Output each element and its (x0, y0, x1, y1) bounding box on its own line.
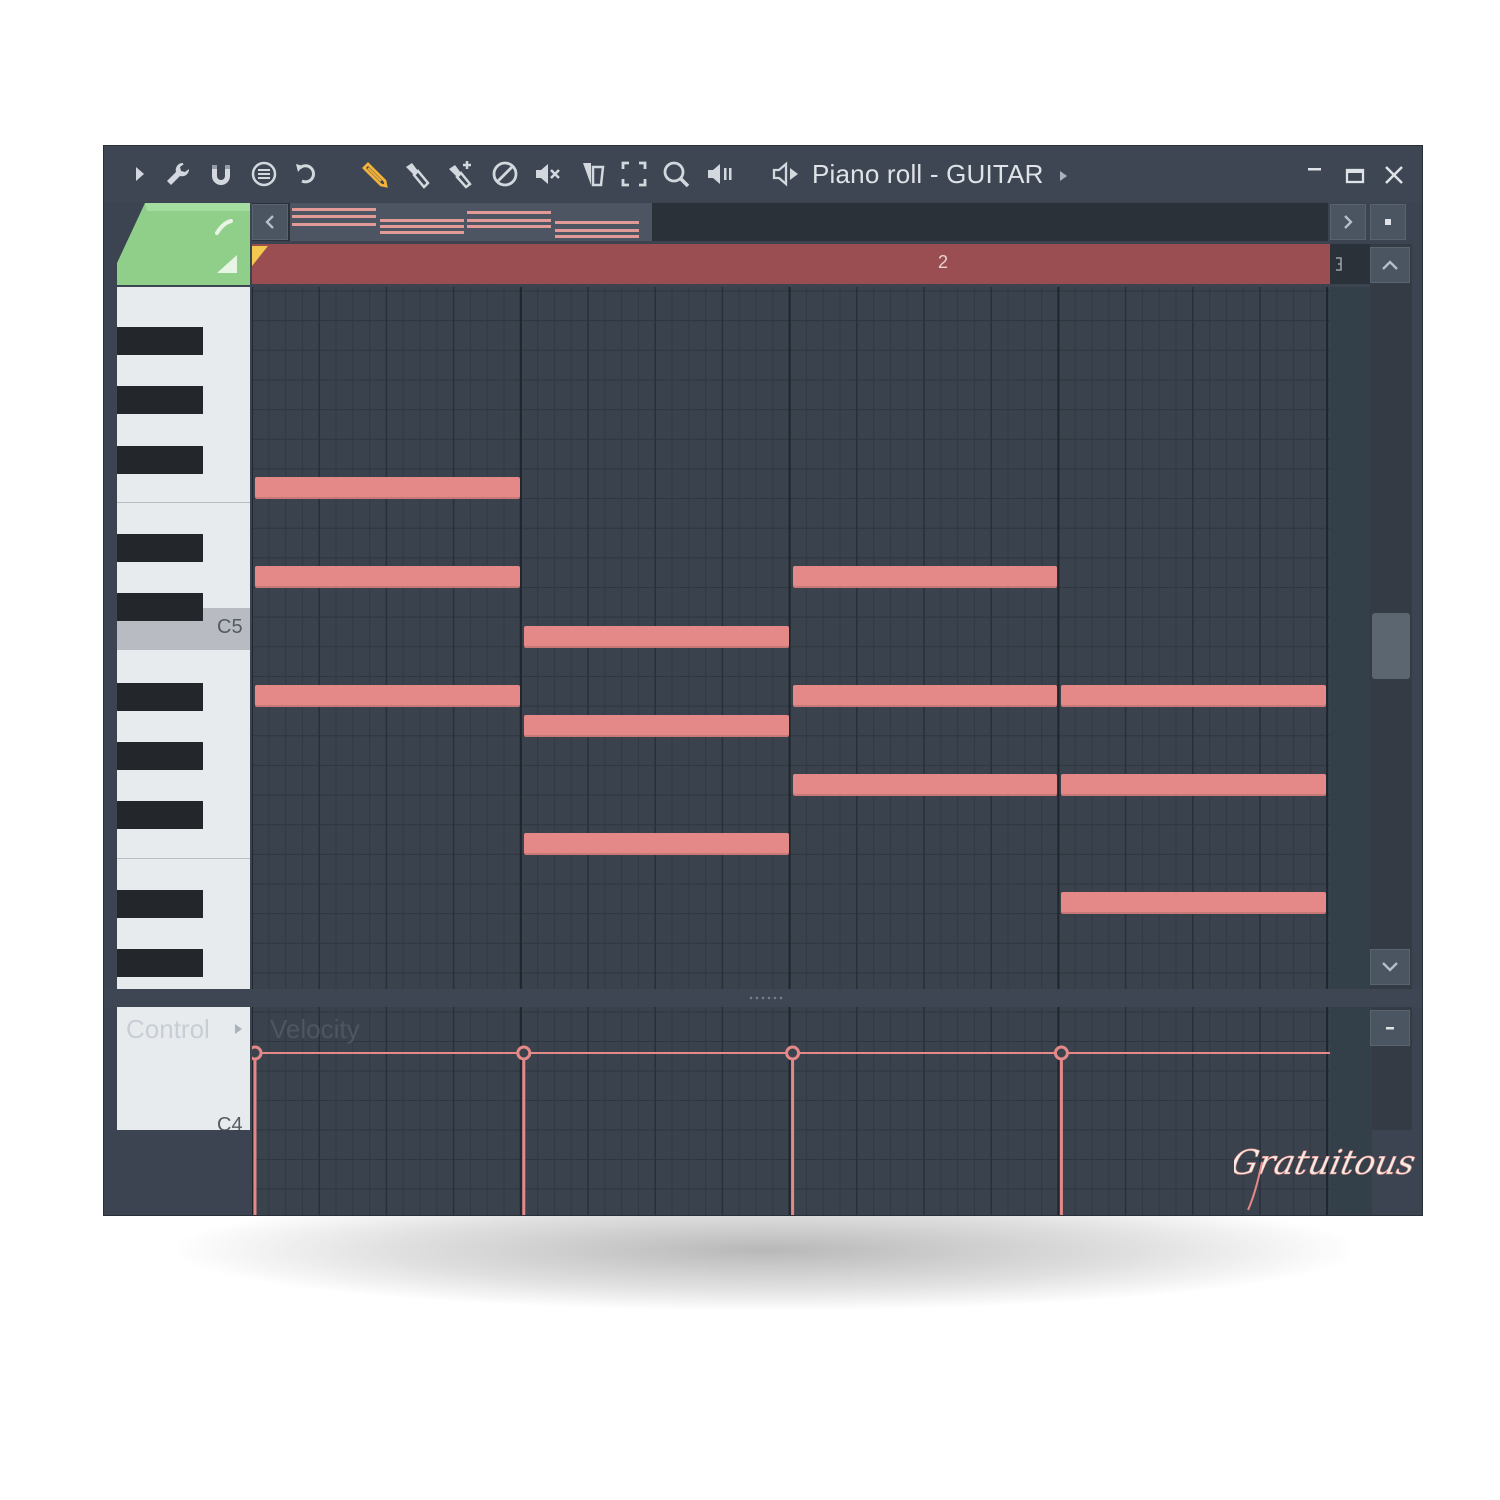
black-key[interactable] (117, 742, 203, 770)
note[interactable] (792, 684, 1058, 707)
speaker-icon[interactable] (770, 158, 802, 190)
overview-note (292, 223, 376, 226)
minimize-icon (1308, 168, 1321, 171)
overview-note (555, 235, 639, 238)
chevron-right-icon (1344, 215, 1353, 229)
black-key[interactable] (117, 386, 203, 414)
magnet-icon[interactable] (205, 158, 237, 190)
end-marker-icon[interactable] (1334, 256, 1344, 272)
black-key[interactable] (117, 801, 203, 829)
play-arrow-icon[interactable] (124, 158, 156, 190)
overview-note (467, 219, 551, 222)
scroll-left-button[interactable] (252, 204, 288, 240)
overview-note (292, 215, 376, 218)
minimize-button[interactable] (1300, 160, 1330, 190)
paint-brush-icon[interactable] (401, 158, 433, 190)
overview-note (467, 225, 551, 228)
slice-icon[interactable] (576, 158, 608, 190)
tool-corner-panel[interactable] (117, 203, 250, 285)
minus-icon (1386, 1027, 1394, 1030)
octave-separator (117, 858, 250, 859)
title-menu-arrow-icon[interactable] (1057, 169, 1069, 183)
paint-brush-plus-icon[interactable] (444, 158, 476, 190)
overview-note (380, 219, 464, 222)
velocity-lane[interactable] (252, 1008, 1330, 1215)
overview-note (467, 211, 551, 214)
overview-toggle-button[interactable] (1370, 204, 1406, 240)
note[interactable] (255, 684, 520, 707)
note[interactable] (523, 625, 789, 648)
overview-note (292, 208, 376, 211)
window-title[interactable]: Piano roll - GUITAR (812, 156, 1069, 192)
signature-watermark: Gratuitous (1234, 1143, 1419, 1211)
note[interactable] (1061, 684, 1327, 707)
overview-thumb[interactable] (290, 203, 652, 241)
scroll-up-button[interactable] (1370, 247, 1410, 283)
scroll-right-button[interactable] (1330, 204, 1366, 240)
velocity-label: Velocity (270, 1014, 360, 1044)
control-collapse-button[interactable] (1370, 1010, 1410, 1046)
playback-icon[interactable] (704, 158, 736, 190)
overview-note (380, 225, 464, 228)
black-key[interactable] (117, 949, 203, 977)
note[interactable] (1061, 773, 1327, 796)
note[interactable] (523, 833, 789, 856)
note[interactable] (523, 714, 789, 737)
chevron-up-icon (1382, 260, 1398, 270)
note[interactable] (255, 566, 520, 589)
resize-grip-icon[interactable] (748, 996, 784, 1000)
maximize-button[interactable] (1340, 160, 1370, 190)
black-key[interactable] (117, 683, 203, 711)
note[interactable] (1061, 892, 1327, 915)
key-label-c4: C4 (217, 1114, 243, 1130)
black-key[interactable] (117, 534, 203, 562)
key-label-c5: C5 (217, 616, 243, 638)
mute-icon[interactable] (532, 158, 564, 190)
note[interactable] (792, 773, 1058, 796)
velocity-handle[interactable] (1053, 1045, 1069, 1061)
bar-number-label: 2 (938, 252, 949, 272)
overview-note (555, 229, 639, 232)
chevron-left-icon (265, 215, 274, 229)
black-key[interactable] (117, 327, 203, 355)
velocity-handle[interactable] (785, 1045, 801, 1061)
zoom-icon[interactable] (660, 158, 692, 190)
note[interactable] (255, 477, 520, 500)
control-menu-arrow-icon[interactable] (232, 1022, 244, 1036)
close-button[interactable] (1379, 160, 1409, 190)
maximize-icon (1345, 168, 1365, 184)
titlebar: Piano roll - GUITAR (104, 146, 1422, 202)
timeline-ruler[interactable]: 2 (252, 244, 1330, 284)
black-key[interactable] (117, 890, 203, 918)
octave-separator (117, 502, 250, 503)
scroll-down-button[interactable] (1370, 949, 1410, 985)
piano-roll-window: Piano roll - GUITAR 2 C5 C4 Control Velo… (103, 145, 1423, 1216)
overview-note (555, 221, 639, 224)
playhead-marker-icon[interactable] (252, 246, 270, 268)
window-title-text: Piano roll - GUITAR (812, 159, 1044, 189)
note[interactable] (792, 566, 1058, 589)
scroll-thumb[interactable] (1372, 613, 1410, 679)
black-key[interactable] (117, 593, 203, 621)
velocity-handle[interactable] (516, 1045, 532, 1061)
close-icon (1385, 166, 1403, 184)
wrench-icon[interactable] (162, 158, 194, 190)
pencil-icon[interactable] (358, 158, 390, 190)
control-label[interactable]: Control (126, 1014, 210, 1045)
select-icon[interactable] (618, 158, 650, 190)
chevron-down-icon (1382, 962, 1398, 972)
velocity-handle[interactable] (252, 1045, 263, 1061)
undo-icon[interactable] (290, 158, 322, 190)
overview-note (380, 231, 464, 234)
black-key[interactable] (117, 446, 203, 474)
menu-circle-icon[interactable] (248, 158, 280, 190)
square-icon (1385, 219, 1391, 225)
delete-icon[interactable] (489, 158, 521, 190)
velocity-grid-lines (252, 1008, 1330, 1215)
